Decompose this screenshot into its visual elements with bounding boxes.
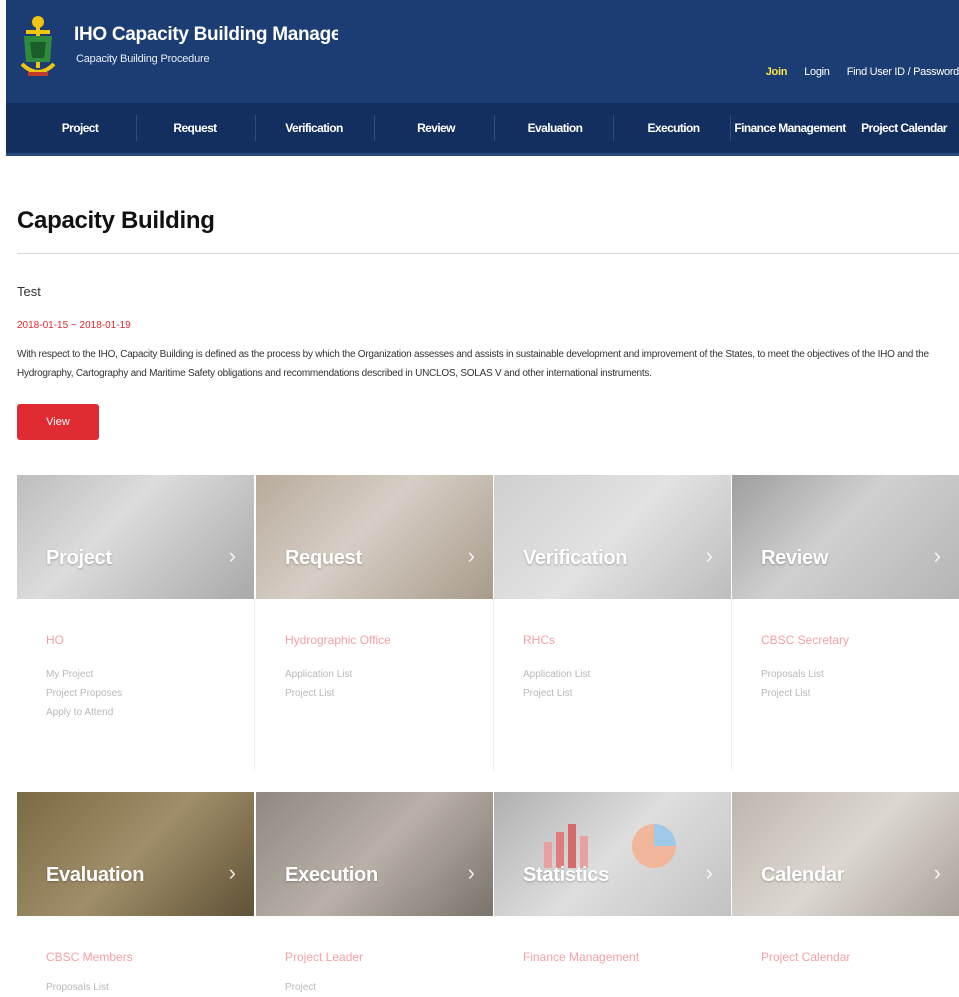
chevron-right-icon[interactable]: › [468, 543, 475, 569]
site-subtitle: Capacity Building Procedure [76, 53, 210, 65]
card-links: Proposals List [46, 978, 109, 997]
nav-finance-management[interactable]: Finance Management [728, 103, 852, 153]
nav-project[interactable]: Project [26, 103, 134, 153]
card-link[interactable]: Project List [285, 684, 352, 703]
card-verification[interactable]: Verification › RHCs Application List Pro… [494, 475, 732, 771]
card-label: Statistics [523, 864, 609, 886]
card-review-banner[interactable]: Review › [732, 475, 959, 599]
card-link[interactable]: Project List [523, 684, 590, 703]
card-evaluation-banner[interactable]: Evaluation › [17, 792, 254, 916]
chevron-right-icon[interactable]: › [934, 860, 941, 886]
card-execution[interactable]: Execution › Project Leader Project [256, 792, 494, 994]
card-role[interactable]: Hydrographic Office [285, 633, 391, 647]
card-statistics[interactable]: Statistics › Finance Management [494, 792, 732, 994]
chevron-right-icon[interactable]: › [706, 860, 713, 886]
card-role[interactable]: Finance Management [523, 950, 639, 964]
card-label: Verification [523, 547, 628, 569]
card-role[interactable]: HO [46, 633, 64, 647]
nav-divider [255, 115, 256, 141]
main-nav: Project Request Verification Review Eval… [6, 103, 959, 156]
post-title: Test [17, 284, 41, 299]
card-label: Review [761, 547, 829, 569]
page-title: Capacity Building [17, 207, 215, 234]
card-verification-banner[interactable]: Verification › [494, 475, 731, 599]
card-role[interactable]: CBSC Secretary [761, 633, 849, 647]
login-link[interactable]: Login [804, 66, 830, 78]
card-statistics-banner[interactable]: Statistics › [494, 792, 731, 916]
title-divider [17, 253, 959, 254]
card-label: Evaluation [46, 864, 145, 886]
find-user-link[interactable]: Find User ID / Password [847, 66, 959, 78]
nav-execution[interactable]: Execution [617, 103, 730, 153]
card-divider [254, 599, 255, 771]
card-link[interactable]: Project [285, 978, 316, 997]
nav-verification[interactable]: Verification [258, 103, 370, 153]
nav-divider [374, 115, 375, 141]
post-date: 2018-01-15 ~ 2018-01-19 [17, 320, 131, 331]
card-links: My Project Project Proposes Apply to Att… [46, 665, 122, 722]
card-calendar[interactable]: Calendar › Project Calendar [732, 792, 959, 994]
chevron-right-icon[interactable]: › [229, 543, 236, 569]
card-review[interactable]: Review › CBSC Secretary Proposals List P… [732, 475, 959, 771]
chevron-right-icon[interactable]: › [468, 860, 475, 886]
chart-graphic-icon [544, 824, 676, 868]
card-link[interactable]: My Project [46, 665, 122, 684]
nav-evaluation[interactable]: Evaluation [497, 103, 613, 153]
iho-emblem-icon[interactable] [20, 10, 56, 84]
card-link[interactable]: Project Proposes [46, 684, 122, 703]
nav-divider [613, 115, 614, 141]
top-links: Join Login Find User ID / Password [752, 66, 959, 78]
nav-divider [494, 115, 495, 141]
card-link[interactable]: Apply to Attend [46, 703, 122, 722]
card-label: Execution [285, 864, 378, 886]
site-title[interactable]: IHO Capacity Building Management [74, 24, 338, 46]
card-links: Proposals List Project List [761, 665, 824, 703]
post-description: With respect to the IHO, Capacity Buildi… [17, 349, 929, 379]
nav-review[interactable]: Review [378, 103, 494, 153]
card-link[interactable]: Application List [285, 665, 352, 684]
card-links: Application List Project List [523, 665, 590, 703]
card-role[interactable]: Project Calendar [761, 950, 850, 964]
card-link[interactable]: Proposals List [46, 978, 109, 997]
card-link[interactable]: Project List [761, 684, 824, 703]
card-request[interactable]: Request › Hydrographic Office Applicatio… [256, 475, 494, 771]
card-calendar-banner[interactable]: Calendar › [732, 792, 959, 916]
nav-divider [136, 115, 137, 141]
chevron-right-icon[interactable]: › [706, 543, 713, 569]
card-label: Request [285, 547, 362, 569]
site-header: IHO Capacity Building Management Capacit… [6, 0, 959, 103]
chevron-right-icon[interactable]: › [934, 543, 941, 569]
card-label: Calendar [761, 864, 845, 886]
join-link[interactable]: Join [766, 66, 788, 78]
card-evaluation[interactable]: Evaluation › CBSC Members Proposals List [17, 792, 255, 994]
card-role[interactable]: Project Leader [285, 950, 363, 964]
nav-request[interactable]: Request [139, 103, 251, 153]
card-role[interactable]: RHCs [523, 633, 555, 647]
card-link[interactable]: Proposals List [761, 665, 824, 684]
card-links: Project [285, 978, 316, 997]
card-execution-banner[interactable]: Execution › [256, 792, 493, 916]
view-button[interactable]: View [17, 404, 99, 440]
card-label: Project [46, 547, 112, 569]
nav-project-calendar[interactable]: Project Calendar [849, 103, 959, 153]
card-project-banner[interactable]: Project › [17, 475, 254, 599]
card-links: Application List Project List [285, 665, 352, 703]
card-request-banner[interactable]: Request › [256, 475, 493, 599]
card-role[interactable]: CBSC Members [46, 950, 133, 964]
card-project[interactable]: Project › HO My Project Project Proposes… [17, 475, 255, 771]
card-link[interactable]: Application List [523, 665, 590, 684]
chevron-right-icon[interactable]: › [229, 860, 236, 886]
